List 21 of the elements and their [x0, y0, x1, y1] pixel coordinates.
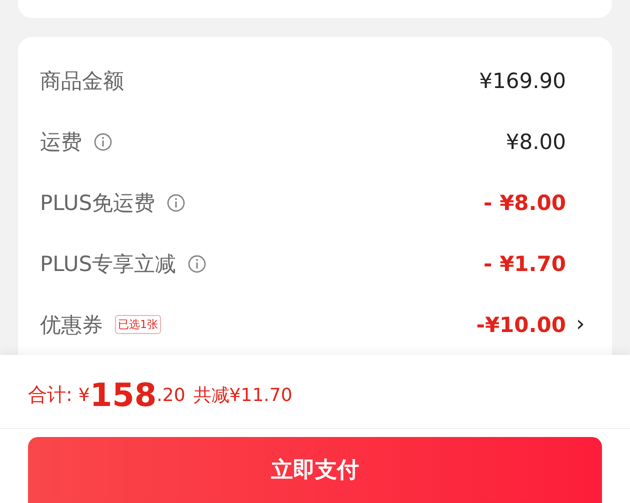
row-value: - ¥8.00	[484, 190, 566, 214]
total-integer: 158	[90, 376, 157, 414]
currency-symbol: ¥	[78, 384, 90, 406]
row-value: ¥169.90	[479, 68, 566, 92]
pay-button[interactable]: 立即支付	[28, 436, 602, 503]
info-icon[interactable]	[167, 194, 186, 212]
row-label: 运费	[40, 128, 82, 156]
chevron-icon[interactable]: ›	[576, 312, 590, 337]
coupon-tag: 已选1张	[115, 315, 161, 334]
saved-amount: 共减¥11.70	[193, 384, 292, 408]
row-label: 商品金额	[40, 68, 124, 94]
info-icon[interactable]	[94, 132, 112, 150]
total-label: 合计:	[28, 383, 72, 408]
row-label: PLUS专享立减	[40, 250, 176, 278]
row-value: -¥10.00	[476, 312, 566, 336]
row-label: PLUS免运费	[40, 190, 156, 216]
info-icon[interactable]	[188, 254, 206, 272]
row-value: ¥8.00	[506, 130, 566, 154]
row-value: - ¥1.70	[484, 252, 566, 276]
row-label: 优惠券	[40, 312, 103, 338]
total-decimal: .20	[156, 384, 186, 406]
